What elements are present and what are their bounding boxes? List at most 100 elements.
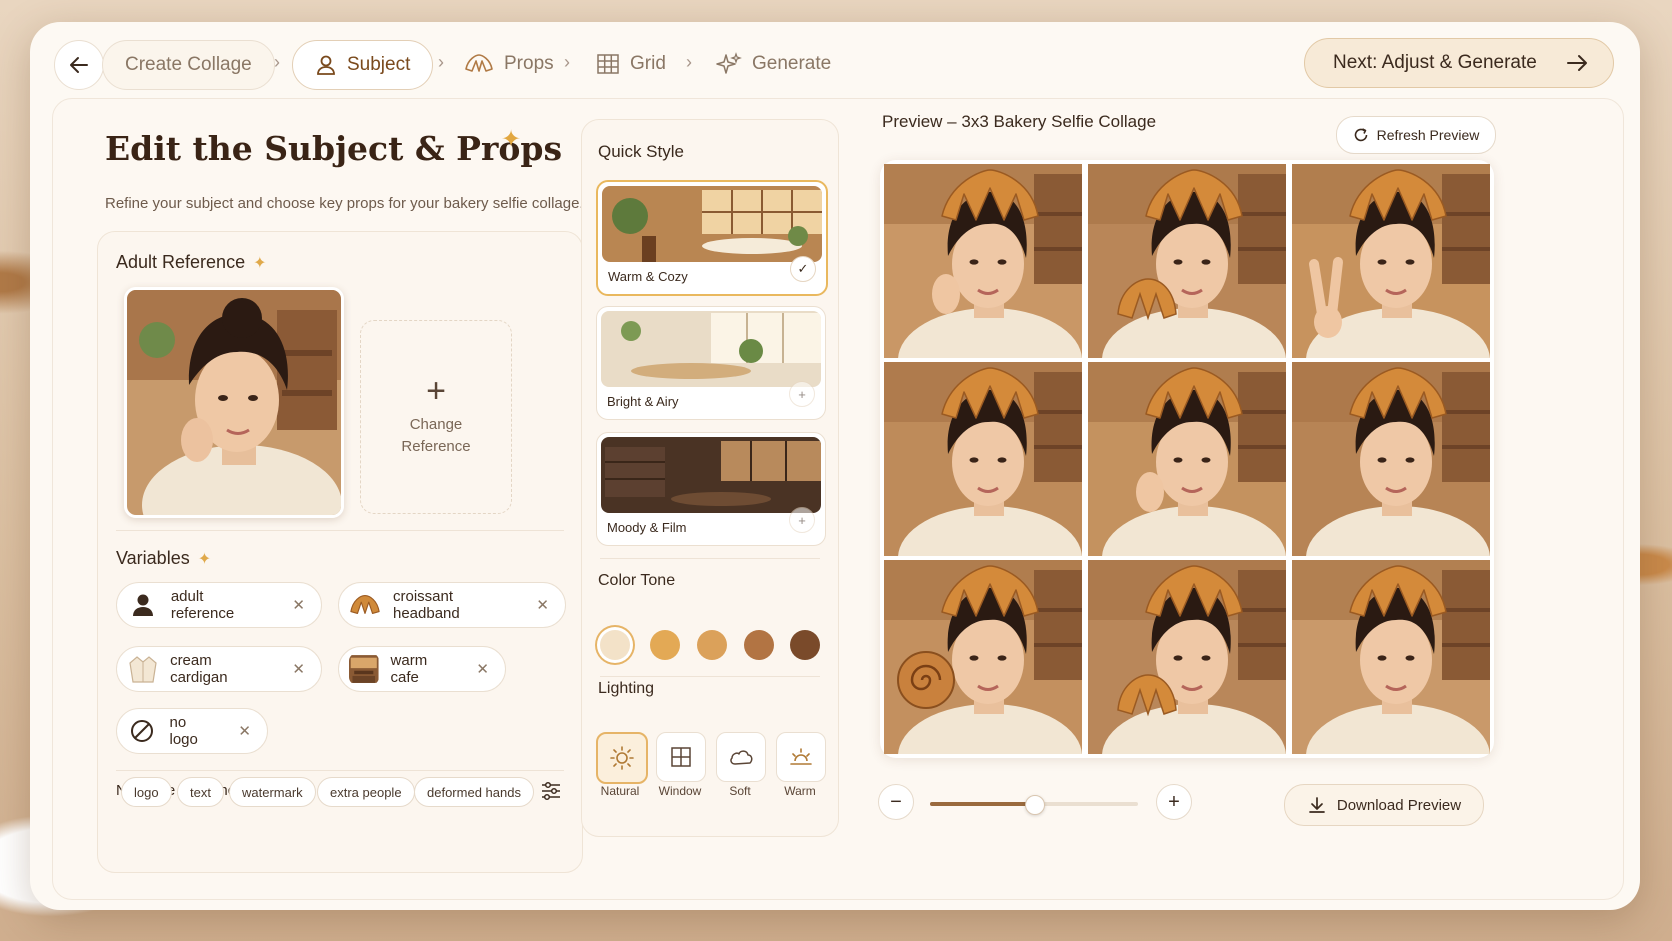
arrow-left-icon [70, 57, 88, 73]
step-props[interactable]: Props [442, 40, 576, 88]
page-title: Edit the Subject & Props [105, 129, 563, 168]
color-tone-label: Color Tone [598, 572, 676, 589]
chip-label: warm cafe [390, 652, 428, 686]
step-label: Props [504, 53, 554, 74]
zoom-in-button[interactable]: + [1156, 784, 1192, 820]
color-tone-swatch[interactable] [790, 630, 820, 660]
chip-label: adult reference [170, 588, 235, 622]
page-subtitle: Refine your subject and choose key props… [105, 195, 584, 212]
change-reference-button[interactable]: + Change Reference [360, 320, 512, 514]
variable-chip-cream-cardigan[interactable]: cream cardigan ✕ [116, 646, 322, 692]
lighting-window-button[interactable] [656, 732, 706, 782]
adult-reference-photo[interactable] [124, 287, 344, 518]
divider [116, 770, 564, 771]
checkmark-icon: ✓ [790, 256, 816, 282]
remove-icon[interactable]: ✕ [292, 596, 305, 614]
sunset-icon [790, 748, 812, 765]
lighting-label: Lighting [598, 680, 655, 697]
chevron-right-icon: › [564, 52, 570, 72]
step-generate[interactable]: Generate [692, 40, 853, 88]
negative-tag[interactable]: deformed hands [414, 777, 534, 807]
divider [600, 676, 820, 677]
bright-airy-thumbnail [601, 311, 821, 387]
variables-heading: Variables ✦ [116, 548, 211, 569]
step-label: Grid [630, 53, 666, 74]
negative-tag[interactable]: logo [121, 777, 172, 807]
lighting-option-label: Warm [784, 784, 816, 798]
divider [116, 530, 564, 531]
lighting-natural-button[interactable] [596, 732, 648, 784]
divider [600, 558, 820, 559]
chip-label: cream cardigan [170, 652, 228, 686]
change-reference-line1: Change [409, 416, 463, 433]
back-button[interactable] [54, 40, 104, 90]
lighting-option-label: Natural [600, 784, 640, 798]
download-icon [1309, 797, 1325, 813]
variable-chip-adult-reference[interactable]: adult reference ✕ [116, 582, 322, 628]
sun-icon [610, 746, 634, 770]
cafe-thumbnail-icon [349, 653, 379, 685]
color-tone-swatch[interactable] [697, 630, 727, 660]
moody-film-thumbnail [601, 437, 821, 513]
chevron-right-icon: › [274, 52, 280, 72]
color-tone-swatch[interactable] [600, 630, 630, 660]
step-subject[interactable]: Subject [292, 40, 434, 90]
remove-icon[interactable]: ✕ [476, 660, 489, 678]
lighting-option-label: Soft [729, 784, 751, 798]
lighting-soft-button[interactable] [716, 732, 766, 782]
variable-chip-no-logo[interactable]: no logo ✕ [116, 708, 268, 754]
sliders-settings-icon[interactable] [539, 779, 563, 808]
sparkle-icon: ✦ [197, 551, 212, 568]
adult-reference-heading: Adult Reference ✦ [116, 252, 266, 273]
chip-label: no logo [169, 714, 198, 748]
lighting-warm-button[interactable] [776, 732, 826, 782]
step-label: Create Collage [125, 54, 252, 75]
quick-style-bright-airy[interactable]: Bright & Airy + [596, 306, 826, 420]
checkmark-icon: + [789, 507, 815, 533]
refresh-icon [1354, 128, 1367, 142]
quick-style-moody-film[interactable]: Moody & Film + [596, 432, 826, 546]
zoom-slider-fill [930, 802, 1034, 806]
arrow-right-icon [1567, 55, 1587, 71]
negative-tag[interactable]: watermark [229, 777, 316, 807]
minus-icon: − [890, 790, 902, 813]
variable-chip-warm-cafe[interactable]: warm cafe ✕ [338, 646, 506, 692]
change-reference-line2: Reference [401, 438, 471, 455]
grid-icon [597, 54, 619, 74]
next-adjust-generate-button[interactable]: Next: Adjust & Generate [1304, 38, 1614, 88]
quick-style-label: Quick Style [598, 142, 684, 161]
negative-tag[interactable]: text [177, 777, 224, 807]
adult-reference-label: Adult Reference [116, 252, 246, 272]
sparkle-icon: ✦ [253, 255, 267, 272]
person-icon [317, 55, 335, 75]
remove-icon[interactable]: ✕ [536, 596, 549, 614]
color-tone-swatch[interactable] [650, 630, 680, 660]
refresh-label: Refresh Preview [1376, 127, 1480, 143]
croissant-icon [349, 589, 381, 621]
checkmark-icon: + [789, 381, 815, 407]
top-navigation: Create Collage › Subject › Props › Grid … [30, 22, 1640, 100]
style-label: Bright & Airy [607, 394, 679, 409]
step-grid[interactable]: Grid [574, 40, 688, 88]
warm-cozy-thumbnail [602, 186, 822, 262]
quick-style-warm-cozy[interactable]: Warm & Cozy ✓ [596, 180, 828, 296]
download-preview-button[interactable]: Download Preview [1284, 784, 1484, 826]
app-window: Create Collage › Subject › Props › Grid … [30, 22, 1640, 910]
negative-tag[interactable]: extra people [317, 777, 415, 807]
step-create-collage[interactable]: Create Collage [102, 40, 275, 90]
person-icon [127, 589, 159, 621]
remove-icon[interactable]: ✕ [292, 660, 305, 678]
refresh-preview-button[interactable]: Refresh Preview [1336, 116, 1496, 154]
zoom-slider-thumb[interactable] [1025, 795, 1045, 815]
next-button-label: Next: Adjust & Generate [1333, 52, 1537, 73]
remove-icon[interactable]: ✕ [238, 722, 251, 740]
zoom-slider[interactable] [930, 795, 1138, 815]
color-tone-swatch[interactable] [744, 630, 774, 660]
chip-label: croissant headband [393, 588, 460, 622]
step-label: Generate [752, 53, 832, 74]
variable-chip-croissant-headband[interactable]: croissant headband ✕ [338, 582, 566, 628]
zoom-out-button[interactable]: − [878, 784, 914, 820]
style-label: Moody & Film [607, 520, 687, 535]
style-label: Warm & Cozy [608, 269, 688, 284]
plus-icon: + [1168, 790, 1180, 813]
